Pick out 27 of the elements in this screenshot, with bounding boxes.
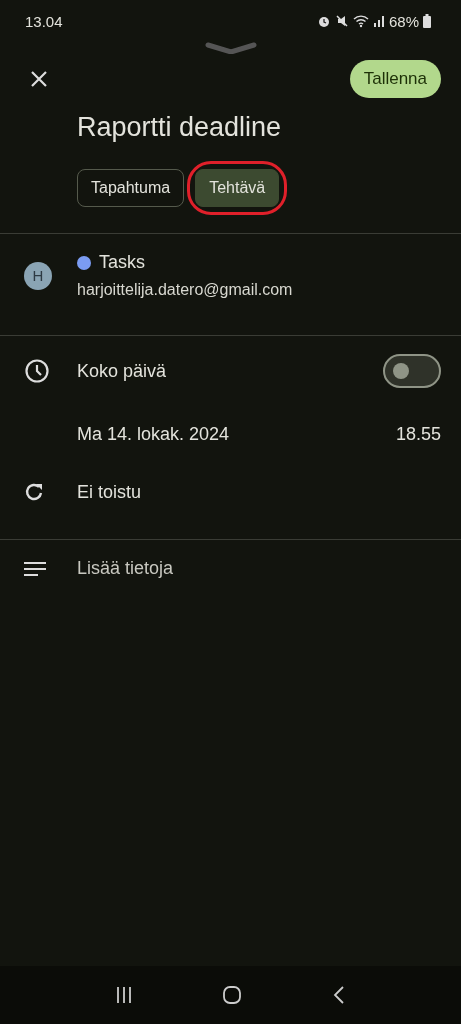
alarm-icon — [316, 14, 331, 28]
signal-icon — [372, 14, 385, 28]
battery-icon — [423, 14, 431, 28]
home-icon[interactable] — [222, 985, 243, 1005]
time-field[interactable]: 18.55 — [395, 424, 441, 445]
mute-icon — [334, 14, 349, 28]
status-time: 13.04 — [25, 12, 63, 30]
all-day-toggle[interactable] — [383, 354, 441, 388]
collapse-handle-icon[interactable] — [204, 42, 257, 54]
clock-icon — [24, 358, 50, 384]
recent-apps-icon[interactable] — [114, 986, 133, 1004]
wifi-icon — [352, 14, 369, 28]
type-tab[interactable]: Tehtävä — [195, 169, 280, 207]
repeat-option[interactable]: Ei toistu — [77, 481, 142, 503]
event-title: Raportti deadline — [77, 112, 283, 143]
date-field[interactable]: Ma 14. lokak. 2024 — [77, 424, 396, 445]
account-avatar: H — [24, 261, 52, 290]
all-day-label: Koko päivä — [77, 360, 168, 382]
save-button[interactable]: Tallenna — [349, 60, 441, 98]
close-icon[interactable] — [29, 69, 49, 89]
account-email: harjoittelija.datero@gmail.com — [77, 281, 293, 299]
battery-percent: 68% — [388, 12, 419, 30]
notes-icon — [24, 560, 46, 577]
back-icon[interactable] — [332, 985, 347, 1005]
details-field[interactable]: Lisää tietoja — [77, 558, 174, 579]
calendar-name[interactable]: Tasks — [99, 252, 145, 273]
type-tab[interactable]: Tapahtuma — [77, 169, 185, 207]
